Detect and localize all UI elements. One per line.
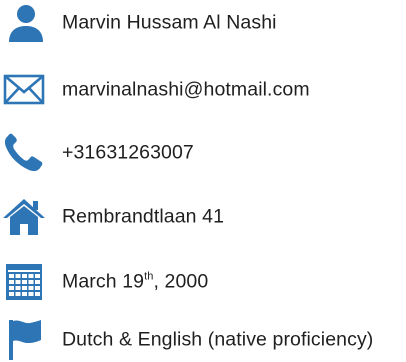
contact-row-email: marvinalnashi@hotmail.com [0, 70, 406, 110]
languages: Dutch & English (native proficiency) [62, 328, 374, 351]
calendar-icon [2, 262, 46, 302]
contact-row-birthdate: March 19th, 2000 [0, 262, 406, 302]
flag-icon [2, 320, 46, 360]
person-icon [2, 3, 46, 43]
phone-icon [2, 133, 46, 173]
full-name: Marvin Hussam Al Nashi [62, 11, 277, 34]
home-icon [2, 197, 46, 237]
contact-row-languages: Dutch & English (native proficiency) [0, 320, 406, 360]
contact-row-address: Rembrandtlaan 41 [0, 197, 406, 237]
street-address: Rembrandtlaan 41 [62, 205, 225, 228]
birth-date: March 19th, 2000 [62, 270, 209, 293]
email-address: marvinalnashi@hotmail.com [62, 78, 310, 101]
envelope-icon [2, 70, 46, 110]
contact-row-name: Marvin Hussam Al Nashi [0, 3, 406, 43]
contact-row-phone: +31631263007 [0, 133, 406, 173]
phone-number: +31631263007 [62, 141, 194, 164]
